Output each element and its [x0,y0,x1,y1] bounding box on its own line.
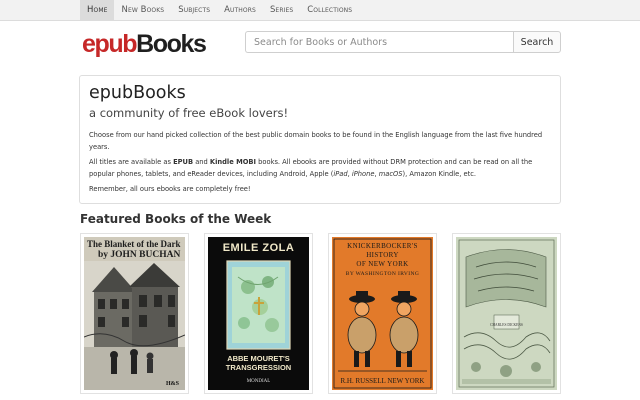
featured-book-card[interactable]: The Blanket of the Dark by JOHN BUCHAN H… [80,233,189,394]
nav-authors[interactable]: Authors [217,0,263,21]
cover-author: by JOHN BUCHAN [98,250,181,260]
formats-text-b: and [193,158,210,166]
device-macos: macOS [378,169,403,178]
cover-publisher-mark: MONDIAL [246,379,271,384]
cover-title-line2: HISTORY [366,251,399,259]
nav-home[interactable]: Home [80,0,115,21]
formats-text-a: All titles are available as [89,158,174,166]
search-form: Search [245,31,561,53]
intro-paragraph-formats: All titles are available as EPUB and Kin… [89,157,551,180]
cover-title-line1: KNICKERBOCKER'S [347,242,418,250]
featured-book-card[interactable]: KNICKERBOCKER'S HISTORY OF NEW YORK BY WASH… [328,233,437,394]
book-cover-abbe-mourets-transgression[interactable]: EMILE ZOLA ABBE MOURET'S TRANSGRESSION MO… [208,237,309,390]
formats-text-d: ), Amazon Kindle, etc. [402,169,477,178]
cover-title-line3: OF NEW YORK [356,260,409,268]
search-input[interactable] [245,31,513,53]
cover-publisher-mark: H&S [165,381,179,387]
book-cover-knickerbockers-history[interactable]: KNICKERBOCKER'S HISTORY OF NEW YORK BY WASH… [332,237,433,390]
intro-title: epubBooks [89,83,186,103]
site-logo[interactable]: epubBooks [82,30,207,58]
featured-books-heading: Featured Books of the Week [80,212,272,226]
cover-title-line2: TRANSGRESSION [225,362,292,372]
intro-paragraph-collection: Choose from our hand picked collection o… [89,131,543,151]
nav-collections[interactable]: Collections [300,0,359,21]
intro-subtitle: a community of free eBook lovers! [89,106,289,120]
intro-paragraph-free: Remember, all ours ebooks are completely… [89,185,251,193]
cover-title: ABBE MOURET'S TRANSGRESSION [208,354,309,372]
cover-title: The Blanket of the Dark [87,239,181,249]
format-epub: EPUB [173,158,194,166]
cover-author: CHARLES DICKENS [490,323,523,327]
search-button[interactable]: Search [513,31,561,53]
cover-author: EMILE ZOLA [222,242,295,254]
logo-part-books: Books [136,30,207,58]
format-kindle-mobi: Kindle MOBI [209,158,257,166]
intro-panel: epubBooks a community of free eBook love… [79,75,561,204]
cover-author: BY WASHINGTON IRVING [345,271,420,277]
logo-part-epub: epub [82,30,138,58]
device-ipad: iPad [333,169,348,178]
nav-series[interactable]: Series [263,0,300,21]
main-nav: Home New Books Subjects Authors Series C… [80,0,359,21]
device-iphone: iPhone [351,169,375,178]
featured-book-card[interactable]: EMILE ZOLA ABBE MOURET'S TRANSGRESSION MO… [204,233,313,394]
cover-illustration [456,237,557,390]
cover-publisher-mark: R.H. RUSSELL NEW YORK [340,377,425,385]
nav-new-books[interactable]: New Books [114,0,171,21]
book-cover-blanket-of-the-dark[interactable]: The Blanket of the Dark by JOHN BUCHAN H… [84,237,185,390]
nav-subjects[interactable]: Subjects [171,0,217,21]
book-cover-little-dorrit[interactable]: CHARLES DICKENS [456,237,557,390]
featured-book-card[interactable]: CHARLES DICKENS [452,233,561,394]
cover-title: KNICKERBOCKER'S HISTORY OF NEW YORK BY WASH… [332,242,433,279]
top-nav-bar: Home New Books Subjects Authors Series C… [0,0,640,21]
